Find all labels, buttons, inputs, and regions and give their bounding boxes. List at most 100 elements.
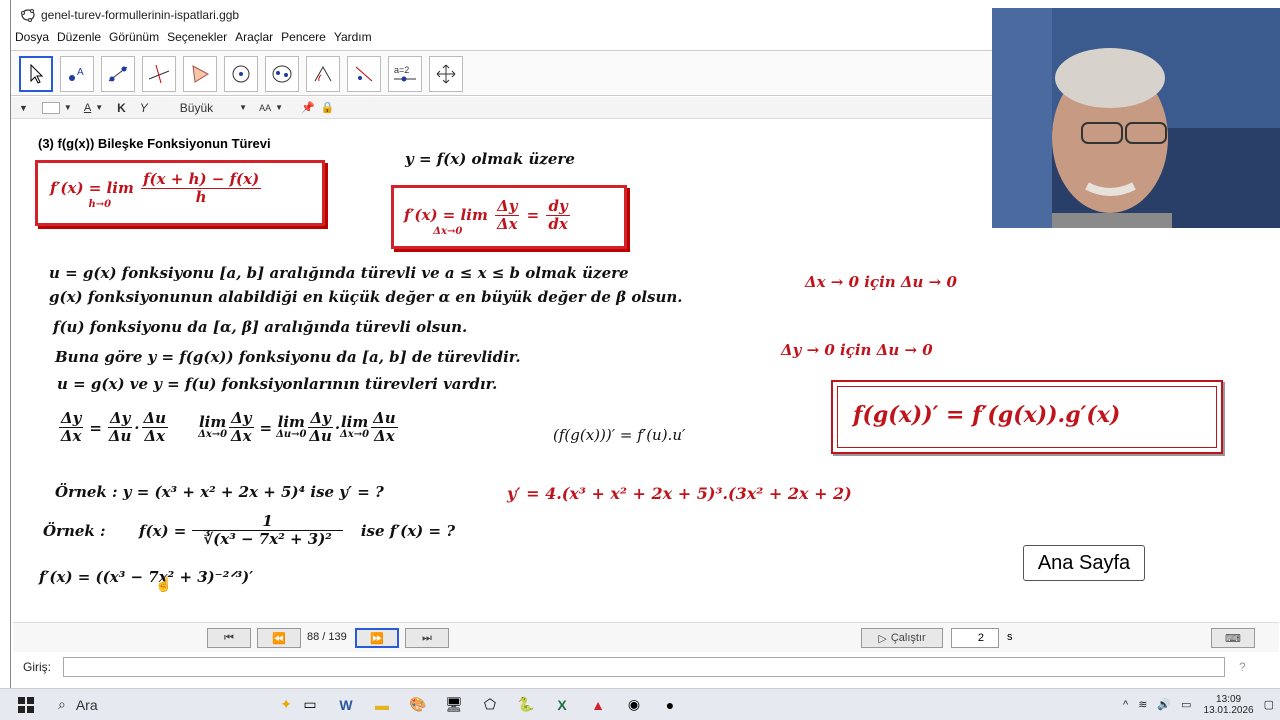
chain-rule-box: f(g(x))′ = f′(g(x)).g′(x) — [831, 380, 1223, 454]
presenter-video — [992, 8, 1280, 228]
keyboard-button[interactable]: ⌨ — [1211, 628, 1255, 648]
chain-dy: Δy — [59, 409, 84, 429]
geogebra-icon[interactable]: ⬠ — [472, 691, 508, 719]
task-view-icon[interactable]: ▭ — [292, 691, 328, 719]
menu-duzenle[interactable]: Düzenle — [53, 30, 105, 48]
chevron-down-icon[interactable]: ▼ — [239, 103, 247, 112]
home-button[interactable]: Ana Sayfa — [1023, 545, 1145, 581]
def2-num2: dy — [546, 197, 570, 217]
chrome-icon[interactable]: ◉ — [616, 691, 652, 719]
move-tool-button[interactable] — [19, 56, 53, 92]
tray-chevron-icon[interactable]: ^ — [1123, 699, 1128, 711]
menu-araclar[interactable]: Araçlar — [231, 30, 277, 48]
chain-derivation: Δy Δx = Δy Δu · Δu Δx lim Δx→0 Δy Δx = lim Δu→… — [57, 409, 400, 446]
menu-pencere[interactable]: Pencere — [277, 30, 330, 48]
hand-cursor-icon: ☝ — [155, 576, 173, 592]
definition-box-2: f′(x) = lim Δx→0 Δy Δx = dy dx — [391, 185, 627, 249]
latex-toggle[interactable]: AA — [259, 103, 271, 113]
reflect-tool-button[interactable] — [347, 56, 381, 92]
page-counter: 88 / 139 — [307, 631, 347, 643]
limit-note-1: Δx → 0 için Δu → 0 — [805, 273, 957, 291]
first-page-button[interactable]: ⏮ — [207, 628, 251, 648]
volume-icon[interactable]: 🔊 — [1157, 698, 1171, 711]
excel-icon[interactable]: X — [544, 691, 580, 719]
acrobat-icon[interactable]: ▲ — [580, 691, 616, 719]
section-heading: (3) f(g(x)) Bileşke Fonksiyonun Türevi — [38, 136, 271, 151]
lock-icon[interactable]: 🔒 — [321, 101, 335, 114]
search-icon: ⌕ — [58, 696, 66, 712]
style-collapse-icon[interactable]: ▼ — [19, 103, 28, 113]
def2-sub: Δx→0 — [433, 225, 463, 237]
bg-color-swatch[interactable] — [41, 101, 60, 114]
chain-dx: Δx — [374, 427, 395, 446]
menu-yardim[interactable]: Yardım — [330, 30, 376, 48]
svg-text:A: A — [77, 67, 84, 78]
step-unit: s — [1007, 631, 1013, 643]
text-line-5: u = g(x) ve y = f(u) fonksiyonlarının tü… — [57, 375, 498, 393]
menu-bar: Dosya Düzenle Görünüm Seçenekler Araçlar… — [11, 30, 376, 48]
chain-rule-formula: f(g(x))′ = f′(g(x)).g′(x) — [853, 402, 1121, 428]
example-2-formula: f(x) = 1 ∛(x³ − 7x² + 3)² ise f′(x) = ? — [139, 512, 455, 549]
webcam-overlay — [992, 8, 1280, 228]
clock[interactable]: 13:09 13.01.2026 — [1204, 694, 1254, 716]
last-page-button[interactable]: ⏭ — [405, 628, 449, 648]
menu-secenekler[interactable]: Seçenekler — [163, 30, 231, 48]
move-arrows-icon — [436, 64, 456, 84]
def2-lhs: f′(x) = lim — [404, 205, 488, 224]
pin-icon[interactable]: 📌 — [301, 101, 315, 114]
line-icon — [108, 66, 128, 82]
ellipse-tool-button[interactable] — [265, 56, 299, 92]
chevron-down-icon[interactable]: ▼ — [275, 103, 283, 112]
ellipse-icon — [272, 65, 292, 83]
def1-sub: h→0 — [88, 198, 112, 210]
move-view-tool-button[interactable] — [429, 56, 463, 92]
paint-icon[interactable]: 🎨 — [400, 691, 436, 719]
chevron-down-icon[interactable]: ▼ — [64, 103, 72, 112]
text-color-icon[interactable]: A — [84, 102, 91, 114]
menu-gorunum[interactable]: Görünüm — [105, 30, 163, 48]
word-icon[interactable]: W — [328, 691, 364, 719]
chain-du: Δu — [371, 409, 398, 429]
python-icon[interactable]: 🐍 — [508, 691, 544, 719]
chevron-down-icon[interactable]: ▼ — [95, 103, 103, 112]
def1-num: f(x + h) − f(x) — [141, 170, 262, 190]
remote-desktop-icon[interactable]: 🖥 — [436, 691, 472, 719]
polygon-tool-button[interactable] — [183, 56, 217, 92]
circle-tool-button[interactable] — [224, 56, 258, 92]
input-field[interactable] — [63, 657, 1225, 677]
play-label: Çalıştır — [890, 632, 926, 644]
italic-button[interactable]: Y — [140, 101, 148, 115]
slider-tool-button[interactable]: a=2 — [388, 56, 422, 92]
taskbar-search[interactable]: ⌕ Ara ✦ — [52, 691, 292, 719]
clock-date: 13.01.2026 — [1203, 704, 1254, 716]
windows-start-icon[interactable] — [8, 691, 44, 719]
line-tool-button[interactable] — [101, 56, 135, 92]
obs-icon[interactable]: ● — [652, 691, 688, 719]
prev-page-icon: ⏪ — [272, 632, 286, 645]
font-size-select[interactable]: Büyük — [180, 101, 213, 115]
prime-notation: (f(g(x)))′ = f′(u).u′ — [553, 426, 686, 444]
help-icon[interactable]: ? — [1239, 660, 1246, 674]
point-tool-button[interactable]: A — [60, 56, 94, 92]
prev-page-button[interactable]: ⏪ — [257, 628, 301, 648]
bold-button[interactable]: K — [117, 101, 126, 115]
limit-note-2: Δy → 0 için Δu → 0 — [781, 341, 933, 359]
chain-du: Δu — [309, 427, 332, 446]
step-input[interactable]: 2 — [951, 628, 999, 648]
file-explorer-icon[interactable]: ▬ — [364, 691, 400, 719]
svg-text:a=2: a=2 — [394, 65, 409, 75]
notification-icon[interactable]: ▢ — [1264, 698, 1274, 711]
play-button[interactable]: ▷ Çalıştır — [861, 628, 943, 648]
definition-box-1: f′(x) = lim h→0 f(x + h) − f(x) h — [35, 160, 325, 226]
battery-icon[interactable]: ▭ — [1181, 698, 1191, 711]
chain-dx: Δx — [60, 427, 82, 446]
play-icon: ▷ — [878, 632, 887, 645]
perpendicular-tool-button[interactable] — [142, 56, 176, 92]
clock-time: 13:09 — [1216, 693, 1242, 705]
next-page-button[interactable]: ⏩ — [355, 628, 399, 648]
angle-tool-button[interactable] — [306, 56, 340, 92]
example-1: Örnek : y = (x³ + x² + 2x + 5)⁴ ise y′ =… — [55, 483, 384, 501]
input-bar: Giriş: ? — [13, 655, 1279, 679]
wifi-icon[interactable]: ≋ — [1138, 698, 1147, 711]
menu-dosya[interactable]: Dosya — [11, 30, 53, 48]
